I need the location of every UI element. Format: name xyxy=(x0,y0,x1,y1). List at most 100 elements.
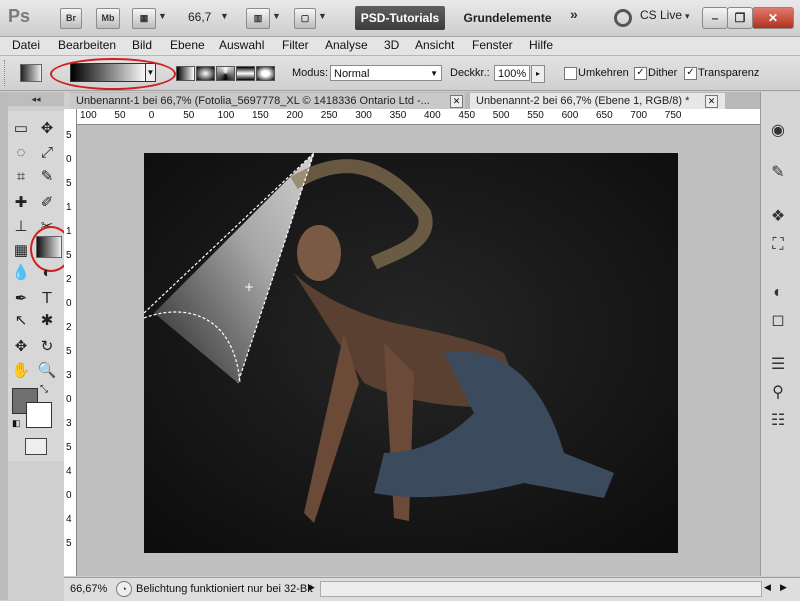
face-shape xyxy=(297,225,341,281)
quick-mask-button[interactable] xyxy=(25,438,47,455)
mini-bridge-button[interactable]: Mb xyxy=(96,8,120,29)
ruler-tick-label: 50 xyxy=(114,110,126,121)
marquee-tool-icon[interactable]: ▭ xyxy=(10,118,32,140)
chevron-down-icon[interactable]: ▾ xyxy=(685,11,690,22)
menu-3d[interactable]: 3D xyxy=(382,38,401,52)
horizontal-ruler[interactable] xyxy=(76,109,760,125)
default-colors-icon[interactable]: ◧ xyxy=(12,418,21,429)
chevron-down-icon[interactable]: ▼ xyxy=(158,11,167,21)
adjustments-panel-icon[interactable]: ✎ xyxy=(764,162,792,184)
chevron-down-icon[interactable]: ▼ xyxy=(318,11,327,21)
scroll-left-icon[interactable]: ◀ xyxy=(764,582,771,593)
eyedropper-tool-icon[interactable]: ✎ xyxy=(36,166,58,188)
menu-auswahl[interactable]: Auswahl xyxy=(217,38,266,52)
ruler-tick-label: 700 xyxy=(630,110,648,121)
ruler-tick-label: 50 xyxy=(183,110,195,121)
reflected-gradient-icon[interactable] xyxy=(236,66,255,81)
diamond-gradient-icon[interactable] xyxy=(256,66,275,81)
tab-unbenannt-1[interactable]: Unbenannt-1 bei 66,7% (Fotolia_5697778_X… xyxy=(70,93,465,109)
toolpanel-header[interactable]: ◂◂ xyxy=(8,92,64,106)
move-tool-icon[interactable]: ✥ xyxy=(36,118,58,140)
menu-bild[interactable]: Bild xyxy=(130,38,154,52)
arrange-documents-button[interactable]: ▥ xyxy=(246,8,270,29)
history-panel-icon[interactable]: ☷ xyxy=(764,410,792,432)
quick-selection-tool-icon[interactable]: ⤢ xyxy=(36,142,58,164)
document-info-icon[interactable]: ◔ xyxy=(116,581,132,597)
layers-panel-icon[interactable]: ❖ xyxy=(764,206,792,228)
status-message: Belichtung funktioniert nur bei 32-Bit xyxy=(136,583,313,595)
lasso-tool-icon[interactable]: ◌ xyxy=(10,142,32,164)
restore-button[interactable]: ❐ xyxy=(727,7,753,29)
masks-panel-icon[interactable]: ◐ xyxy=(764,282,792,304)
view-extras-button[interactable]: ▦ xyxy=(132,8,156,29)
close-icon[interactable]: ✕ xyxy=(450,95,463,108)
clone-source-panel-icon[interactable]: ☰ xyxy=(764,354,792,376)
zoom-tool-icon[interactable]: 🔍 xyxy=(36,360,58,382)
chevron-down-icon: ▼ xyxy=(430,69,438,78)
minimize-button[interactable]: – xyxy=(702,7,728,29)
hand-tool-icon[interactable]: ✋ xyxy=(10,360,32,382)
cslive-label[interactable]: CS Live xyxy=(640,8,682,22)
modus-select[interactable]: Normal ▼ xyxy=(330,65,442,81)
menu-datei[interactable]: Datei xyxy=(10,38,42,52)
scroll-right-icon[interactable]: ▶ xyxy=(780,582,787,593)
menu-analyse[interactable]: Analyse xyxy=(323,38,370,52)
ruler-tick-label: 400 xyxy=(424,110,441,121)
menu-bearbeiten[interactable]: Bearbeiten xyxy=(56,38,118,52)
umkehren-checkbox[interactable] xyxy=(564,67,577,80)
text-tool-icon[interactable]: Ｔ xyxy=(36,288,58,310)
pen-tool-icon[interactable]: ✒ xyxy=(10,288,32,310)
menu-ebene[interactable]: Ebene xyxy=(168,38,207,52)
path-selection-tool-icon[interactable]: ↖ xyxy=(10,310,32,332)
screen-mode-button[interactable]: ▢ xyxy=(294,8,316,29)
gradient-tool-preset-icon[interactable] xyxy=(20,64,42,82)
zoom-level[interactable]: 66,7 xyxy=(188,10,211,24)
horizontal-scrollbar[interactable] xyxy=(320,581,762,597)
paths-panel-icon[interactable]: ⚲ xyxy=(764,382,792,404)
document-image[interactable]: + xyxy=(144,153,678,553)
deckkraft-input[interactable]: 100% xyxy=(494,65,530,81)
channels-panel-icon[interactable]: ⛶ xyxy=(764,234,792,256)
menu-hilfe[interactable]: Hilfe xyxy=(527,38,555,52)
options-grip[interactable] xyxy=(4,60,8,86)
eraser-tool-icon[interactable]: ▦ xyxy=(10,240,32,262)
3d-orbit-tool-icon[interactable]: ↻ xyxy=(36,336,58,358)
color-panel-icon[interactable]: ◉ xyxy=(764,120,792,142)
menu-fenster[interactable]: Fenster xyxy=(470,38,515,52)
background-color-swatch[interactable] xyxy=(26,402,52,428)
ruler-origin[interactable] xyxy=(64,109,77,125)
workspace-grundelemente[interactable]: Grundelemente xyxy=(455,6,560,30)
linear-gradient-icon[interactable] xyxy=(176,66,195,81)
blur-tool-icon[interactable]: 💧 xyxy=(10,262,32,284)
chevron-right-icon[interactable]: ▶ xyxy=(308,582,315,593)
workspace-psd-tutorials[interactable]: PSD-Tutorials xyxy=(355,6,445,30)
tab-unbenannt-2[interactable]: Unbenannt-2 bei 66,7% (Ebene 1, RGB/8) * xyxy=(470,93,725,109)
chevron-down-icon[interactable]: ▼ xyxy=(272,11,281,21)
transparenz-checkbox[interactable]: ✓ xyxy=(684,67,697,80)
menu-ansicht[interactable]: Ansicht xyxy=(413,38,456,52)
dither-checkbox[interactable]: ✓ xyxy=(634,67,647,80)
crop-tool-icon[interactable]: ⌗ xyxy=(10,166,32,188)
angle-gradient-icon[interactable] xyxy=(216,66,235,81)
close-button[interactable]: ✕ xyxy=(752,7,794,29)
3d-rotate-tool-icon[interactable]: ✥ xyxy=(10,336,32,358)
application-bar: Ps Br Mb ▦ ▼ 66,7 ▼ ▥ ▼ ▢ ▼ PSD-Tutorial… xyxy=(0,0,800,37)
close-icon[interactable]: ✕ xyxy=(705,95,718,108)
radial-gradient-icon[interactable] xyxy=(196,66,215,81)
zoom-status[interactable]: 66,67% xyxy=(70,583,107,595)
menu-filter[interactable]: Filter xyxy=(280,38,311,52)
more-workspaces-button[interactable]: » xyxy=(570,6,578,22)
stamp-tool-icon[interactable]: ⊥ xyxy=(10,216,32,238)
status-bar: 66,67% ◔ Belichtung funktioniert nur bei… xyxy=(64,577,800,601)
crosshair-cursor-icon: + xyxy=(244,280,254,294)
ruler-tick-label: 600 xyxy=(561,110,579,121)
chevron-right-icon[interactable]: ▸ xyxy=(531,65,545,83)
shape-tool-icon[interactable]: ✱ xyxy=(36,310,58,332)
chevron-down-icon[interactable]: ▼ xyxy=(220,11,229,21)
swap-colors-icon[interactable]: ⤡ xyxy=(40,384,48,395)
brush-tool-icon[interactable]: ✐ xyxy=(36,192,58,214)
healing-tool-icon[interactable]: ✚ xyxy=(10,192,32,214)
dodge-tool-icon[interactable]: ◐ xyxy=(36,262,58,284)
styles-panel-icon[interactable]: ◻ xyxy=(764,310,792,332)
bridge-button[interactable]: Br xyxy=(60,8,82,29)
